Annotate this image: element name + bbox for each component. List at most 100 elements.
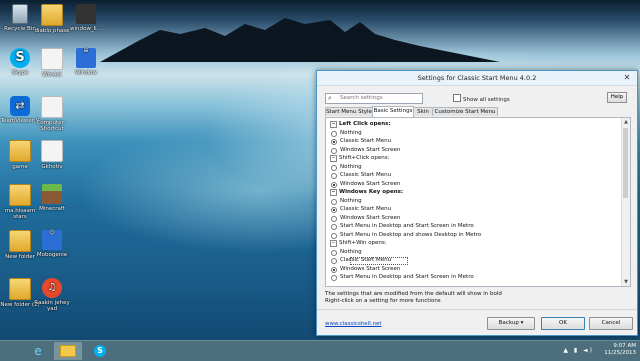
tray-icons[interactable]: ▲ ▮ ◄): [563, 347, 594, 354]
radio-option[interactable]: Windows Start Screen: [328, 180, 616, 189]
option-label: Windows Start Screen: [340, 180, 401, 187]
radio-option[interactable]: Windows Start Screen: [328, 265, 616, 274]
dialog-titlebar[interactable]: Settings for Classic Start Menu 4.0.2 ✕: [317, 71, 637, 86]
radio-icon[interactable]: [331, 130, 337, 137]
radio-option[interactable]: Nothing: [328, 248, 616, 257]
vertical-scrollbar[interactable]: ▲ ▼: [621, 118, 630, 286]
option-label: Nothing: [340, 248, 362, 255]
app-icon: [41, 140, 63, 162]
search-placeholder: Search settings: [340, 95, 383, 101]
desktop-icon[interactable]: ⊞ Window: [66, 48, 106, 76]
radio-option[interactable]: Nothing: [328, 129, 616, 138]
desktop-icon[interactable]: Computer - Shortcut: [32, 96, 72, 132]
collapse-icon[interactable]: −: [330, 189, 337, 196]
folder-icon: [9, 140, 31, 162]
radio-icon[interactable]: [331, 198, 337, 205]
group-title: Shift+Click opens:: [339, 155, 390, 161]
show-all-checkbox[interactable]: Show all settings: [453, 94, 510, 103]
settings-group-header[interactable]: − Left Click opens:: [328, 120, 616, 129]
desktop-icon-label: Raakin jehey yad: [34, 300, 70, 312]
desktop-icon-label: Window: [75, 70, 97, 76]
settings-group-header[interactable]: − Shift+Win opens:: [328, 239, 616, 248]
clock-time: 9:07 AM: [613, 343, 636, 349]
backup-button[interactable]: Backup ▾: [487, 317, 535, 330]
radio-icon[interactable]: [331, 207, 337, 213]
radio-option[interactable]: Windows Start Screen: [328, 214, 616, 223]
tab-skin[interactable]: Skin: [413, 107, 433, 116]
desktop-icon[interactable]: Minecraft: [32, 184, 72, 212]
option-label: Windows Start Screen: [340, 146, 401, 153]
option-label: Classic Start Menu: [340, 172, 392, 178]
file-explorer-icon[interactable]: [54, 342, 82, 360]
desktop-icon[interactable]: ☺ Mobogenie: [32, 230, 72, 258]
option-label: Nothing: [340, 129, 362, 136]
option-label: Classic Start Menu: [340, 206, 392, 212]
radio-icon[interactable]: [331, 258, 337, 264]
scrollbar-thumb[interactable]: [623, 128, 628, 198]
radio-option[interactable]: Windows Start Screen: [328, 146, 616, 155]
collapse-icon[interactable]: −: [330, 155, 337, 162]
headphones-icon: ♫: [42, 278, 62, 298]
radio-icon[interactable]: [331, 173, 337, 179]
desktop-icon-label: Mobogenie: [36, 252, 68, 258]
skype-icon: S: [10, 48, 30, 68]
folder-icon: [41, 4, 63, 26]
radio-icon[interactable]: [331, 147, 337, 154]
group-title: Shift+Win opens:: [339, 240, 387, 246]
help-button[interactable]: Help: [607, 92, 627, 103]
radio-icon[interactable]: [331, 275, 337, 281]
scroll-up-icon[interactable]: ▲: [622, 118, 630, 126]
scroll-down-icon[interactable]: ▼: [622, 278, 630, 286]
radio-option[interactable]: Start Menu in Desktop and Start Screen i…: [328, 222, 616, 231]
tab-customize-start-menu[interactable]: Customize Start Menu: [432, 107, 498, 116]
file-icon: [76, 4, 96, 24]
collapse-icon[interactable]: −: [330, 240, 337, 247]
radio-option[interactable]: Classic Start Menu: [328, 205, 616, 214]
radio-icon[interactable]: [331, 266, 337, 273]
radio-option[interactable]: Classic Start Menu: [328, 171, 616, 180]
show-all-label: Show all settings: [463, 97, 510, 103]
tab-basic-settings[interactable]: Basic Settings: [372, 106, 414, 117]
radio-option[interactable]: Start Menu in Desktop and Start Screen i…: [328, 273, 616, 282]
option-label: Nothing: [340, 197, 362, 204]
option-label: Start Menu in Desktop and shows Desktop …: [340, 231, 482, 238]
show-recent-programs-row[interactable]: Show recent or frequent programs: [328, 282, 616, 283]
search-input[interactable]: ⌕ Search settings: [325, 93, 423, 104]
option-label: Windows Start Screen: [340, 265, 401, 272]
backup-label: Backup: [498, 320, 519, 326]
close-icon[interactable]: ✕: [621, 72, 633, 83]
internet-explorer-icon[interactable]: e: [24, 342, 52, 360]
note-line-1: The settings that are modified from the …: [325, 291, 502, 297]
radio-icon[interactable]: [331, 224, 337, 230]
radio-icon[interactable]: [331, 232, 337, 239]
radio-icon[interactable]: [331, 164, 337, 171]
radio-option[interactable]: Nothing: [328, 197, 616, 206]
radio-icon[interactable]: [331, 249, 337, 256]
radio-option[interactable]: Classic Start Menu: [328, 137, 616, 146]
settings-tree: − Left Click opens: Nothing Classic Start M…: [328, 120, 616, 282]
desktop-icon[interactable]: ♫ Raakin jehey yad: [32, 278, 72, 312]
cancel-button[interactable]: Cancel: [589, 317, 633, 330]
option-label: Classic Start Menu: [340, 138, 392, 144]
radio-option[interactable]: Classic Start Menu: [328, 256, 616, 265]
checkbox-icon[interactable]: [453, 94, 461, 102]
desktop-icon[interactable]: Gkhotiv: [32, 140, 72, 170]
radio-option[interactable]: Start Menu in Desktop and shows Desktop …: [328, 231, 616, 240]
clock[interactable]: 9:07 AM 11/25/2013: [604, 343, 636, 357]
collapse-icon[interactable]: −: [330, 121, 337, 128]
skype-taskbar-icon[interactable]: S: [86, 342, 114, 360]
ok-button[interactable]: OK: [541, 317, 585, 330]
tab-start-menu-style[interactable]: Start Menu Style: [325, 107, 373, 116]
desktop-icon-label: Minecraft: [39, 206, 65, 212]
radio-icon[interactable]: [331, 215, 337, 222]
clock-date: 11/25/2013: [604, 350, 636, 356]
computer-icon: [41, 96, 63, 118]
radio-option[interactable]: Nothing: [328, 163, 616, 172]
desktop-icon[interactable]: window_li...: [66, 4, 106, 32]
radio-icon[interactable]: [331, 181, 337, 188]
website-link[interactable]: www.classicshell.net: [325, 321, 382, 327]
option-label: Windows Start Screen: [340, 214, 401, 221]
settings-group-header[interactable]: − Windows Key opens:: [328, 188, 616, 197]
settings-group-header[interactable]: − Shift+Click opens:: [328, 154, 616, 163]
radio-icon[interactable]: [331, 139, 337, 145]
